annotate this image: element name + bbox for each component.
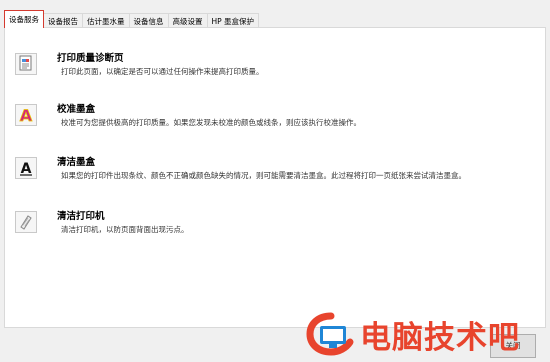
svg-text:A: A: [20, 106, 33, 124]
watermark: 电脑技术吧: [306, 310, 546, 360]
tab-estimated-ink-levels[interactable]: 估计墨水量: [82, 13, 130, 28]
clean-cartridge-icon: A: [15, 157, 37, 179]
service-print-quality-report[interactable]: 打印质量诊断页 打印此页面，以确定是否可以通过任何操作来提高打印质量。: [15, 50, 535, 84]
tab-advanced-settings[interactable]: 高级设置: [167, 13, 208, 28]
watermark-logo-icon: [306, 312, 354, 356]
service-description: 清洁打印机，以防页面背面出现污点。: [61, 225, 189, 234]
watermark-text: 电脑技术吧: [360, 320, 520, 356]
tab-hp-cartridge-protection[interactable]: HP 墨盒保护: [206, 13, 260, 28]
tab-device-reports[interactable]: 设备报告: [43, 13, 83, 28]
service-title: 清洁墨盒: [57, 157, 96, 168]
tab-device-services[interactable]: 设备服务: [4, 10, 44, 28]
tab-strip: 设备服务 设备报告 估计墨水量 设备信息 高级设置 HP 墨盒保护: [4, 10, 260, 28]
service-title: 打印质量诊断页: [57, 53, 124, 64]
tab-device-information[interactable]: 设备信息: [128, 13, 169, 28]
services-panel: 打印质量诊断页 打印此页面，以确定是否可以通过任何操作来提高打印质量。 A 校准…: [4, 27, 546, 328]
service-align-cartridges[interactable]: A 校准墨盒 校准可为您提供极高的打印质量。如果您发现未校准的颜色或线条，则应该…: [15, 101, 535, 135]
service-clean-printer[interactable]: 清洁打印机 清洁打印机，以防页面背面出现污点。: [15, 208, 535, 242]
service-clean-cartridges[interactable]: A 清洁墨盒 如果您的打印件出现条纹、颜色不正确或颜色缺失的情况，则可能需要清洁…: [15, 154, 535, 188]
service-description: 如果您的打印件出现条纹、颜色不正确或颜色缺失的情况，则可能需要清洁墨盒。此过程将…: [61, 171, 466, 180]
print-quality-icon: [15, 53, 37, 75]
service-description: 打印此页面，以确定是否可以通过任何操作来提高打印质量。: [61, 67, 264, 76]
align-cartridge-icon: A: [15, 104, 37, 126]
service-title: 校准墨盒: [57, 104, 96, 115]
service-description: 校准可为您提供极高的打印质量。如果您发现未校准的颜色或线条，则应该执行校准操作。: [61, 118, 361, 127]
service-title: 清洁打印机: [57, 211, 105, 222]
clean-printer-icon: [15, 211, 37, 233]
